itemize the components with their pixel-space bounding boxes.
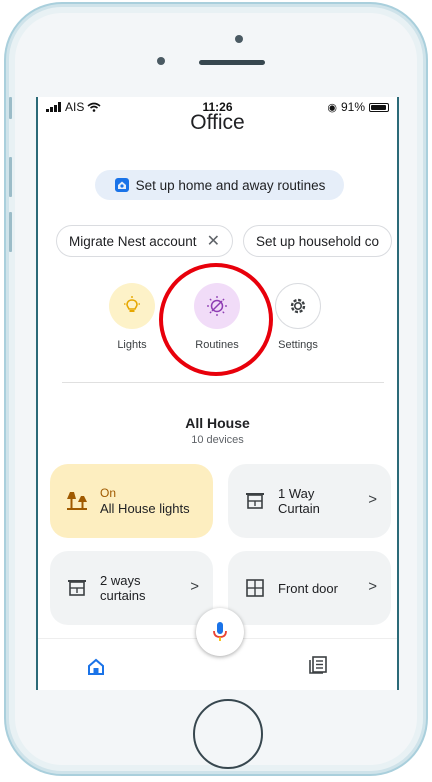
- device-name-line1: 1 Way: [278, 486, 315, 501]
- mic-button[interactable]: [196, 608, 244, 656]
- lights-label: Lights: [117, 339, 147, 351]
- curtain-icon: [62, 579, 92, 597]
- door-icon: [240, 579, 270, 597]
- home-tab[interactable]: [86, 657, 106, 682]
- device-state: On: [100, 486, 117, 500]
- device-name: All House lights: [100, 501, 190, 516]
- device-text: 2 ways curtains: [100, 573, 146, 603]
- suggestion-chips: Migrate Nest account ✕ Set up household …: [56, 225, 393, 257]
- device-name-line1: 2 ways: [100, 573, 141, 588]
- device-card-front-door[interactable]: Front door >: [228, 551, 391, 625]
- settings-label: Settings: [278, 339, 318, 351]
- device-text: Front door: [278, 581, 338, 596]
- chip-label: Migrate Nest account: [69, 233, 197, 249]
- device-name-line2: Curtain: [278, 501, 320, 516]
- chevron-right-icon[interactable]: >: [190, 578, 199, 595]
- device-card-2-ways-curtains[interactable]: 2 ways curtains >: [50, 551, 213, 625]
- page-title: Office: [190, 111, 245, 134]
- volume-up-button: [9, 157, 12, 197]
- device-card-1-way-curtain[interactable]: 1 Way Curtain >: [228, 464, 391, 538]
- routines-highlight-ring: [159, 263, 273, 376]
- device-card-all-house-lights[interactable]: On All House lights: [50, 464, 213, 538]
- feed-icon: [309, 656, 327, 674]
- curtain-icon: [240, 492, 270, 510]
- home-button[interactable]: [193, 699, 263, 769]
- device-count: 10 devices: [191, 434, 244, 446]
- device-name: Front door: [278, 580, 338, 596]
- feed-tab[interactable]: [308, 655, 328, 680]
- settings-action[interactable]: Settings: [268, 283, 328, 351]
- close-icon[interactable]: ✕: [207, 231, 220, 251]
- device-name-line2: curtains: [100, 588, 146, 603]
- mic-icon: [213, 622, 227, 641]
- migrate-nest-chip[interactable]: Migrate Nest account ✕: [56, 225, 233, 257]
- chevron-right-icon[interactable]: >: [368, 491, 377, 508]
- gear-icon: [290, 298, 306, 314]
- setup-routines-banner[interactable]: Set up home and away routines: [95, 170, 344, 200]
- chevron-right-icon[interactable]: >: [368, 578, 377, 595]
- chip-label: Set up household co: [255, 233, 380, 249]
- device-text: 1 Way Curtain: [278, 486, 320, 516]
- home-routine-icon: [114, 178, 129, 192]
- banner-label: Set up home and away routines: [135, 177, 326, 193]
- lights-circle: [109, 283, 155, 329]
- lightbulb-icon: [124, 296, 140, 312]
- mute-switch: [9, 97, 12, 119]
- home-icon: [88, 658, 104, 675]
- app-screen: AIS 11:26 ◉ 91% Office Set up home and a…: [36, 97, 399, 690]
- lamp-icon: [62, 490, 92, 512]
- divider: [62, 382, 384, 383]
- sensor-dot: [157, 57, 165, 65]
- household-chip[interactable]: Set up household co: [242, 225, 393, 257]
- device-text: On All House lights: [100, 486, 190, 516]
- section-title: All House: [185, 415, 250, 431]
- lights-action[interactable]: Lights: [102, 283, 162, 351]
- volume-down-button: [9, 212, 12, 252]
- camera-dot: [235, 35, 243, 43]
- earpiece-speaker: [199, 60, 265, 65]
- settings-circle: [275, 283, 321, 329]
